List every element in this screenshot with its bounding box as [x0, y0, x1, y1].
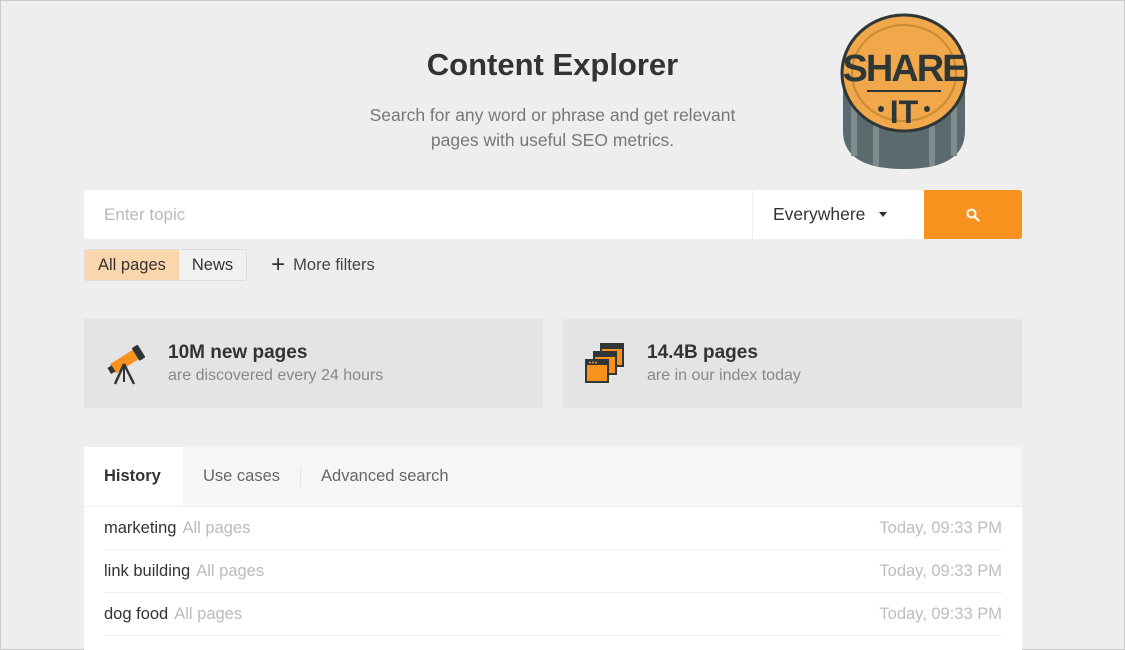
history-panel: History Use cases Advanced search market…: [84, 447, 1022, 650]
history-time: Today, 09:33 PM: [879, 604, 1002, 623]
filter-news[interactable]: News: [178, 250, 247, 280]
scope-dropdown-value: Everywhere: [773, 204, 866, 224]
filter-bar: All pages News + More filters: [84, 249, 375, 281]
history-query: link building: [104, 561, 191, 580]
history-time: Today, 09:33 PM: [879, 518, 1002, 537]
history-row[interactable]: marketing All pages Today, 09:33 PM: [104, 507, 1002, 550]
more-filters-label: More filters: [293, 255, 375, 274]
stat-card-new-pages: 10M new pages are discovered every 24 ho…: [84, 319, 543, 408]
share-it-badge-graphic: SHARE IT: [840, 13, 968, 169]
history-query: marketing: [104, 518, 177, 537]
plus-icon: +: [271, 251, 286, 278]
more-filters-button[interactable]: + More filters: [271, 253, 375, 277]
stat-card-index-pages: 14.4B pages are in our index today: [563, 319, 1022, 408]
search-bar: Everywhere: [84, 190, 1022, 239]
telescope-icon: [84, 319, 168, 408]
history-list: marketing All pages Today, 09:33 PM link …: [84, 507, 1022, 636]
history-time: Today, 09:33 PM: [879, 561, 1002, 580]
history-row[interactable]: dog food All pages Today, 09:33 PM: [104, 593, 1002, 636]
topic-search-input[interactable]: [84, 190, 752, 239]
tab-history[interactable]: History: [84, 447, 183, 506]
history-scope: All pages: [196, 561, 265, 580]
tab-bar: History Use cases Advanced search: [84, 447, 1022, 507]
filter-all-pages[interactable]: All pages: [85, 250, 179, 280]
stat-subtitle: are discovered every 24 hours: [168, 366, 384, 384]
badge-text-bottom: IT: [890, 94, 919, 130]
search-icon: [966, 208, 980, 222]
stat-title: 14.4B pages: [647, 341, 758, 363]
share-it-badge[interactable]: SHARE IT: [837, 11, 971, 171]
history-row[interactable]: link building All pages Today, 09:33 PM: [104, 550, 1002, 593]
pages-stack-icon: [563, 319, 647, 408]
search-button[interactable]: [924, 190, 1022, 239]
tab-advanced-search[interactable]: Advanced search: [301, 447, 469, 506]
caret-down-icon: [879, 212, 888, 217]
badge-text-top: SHARE: [842, 48, 966, 90]
history-scope: All pages: [182, 518, 251, 537]
history-query: dog food: [104, 604, 169, 623]
history-scope: All pages: [174, 604, 243, 623]
stat-subtitle: are in our index today: [647, 366, 801, 384]
scope-dropdown[interactable]: Everywhere: [752, 190, 924, 239]
page-type-toggle: All pages News: [84, 249, 248, 281]
tab-use-cases[interactable]: Use cases: [183, 447, 300, 506]
stat-title: 10M new pages: [168, 341, 308, 363]
